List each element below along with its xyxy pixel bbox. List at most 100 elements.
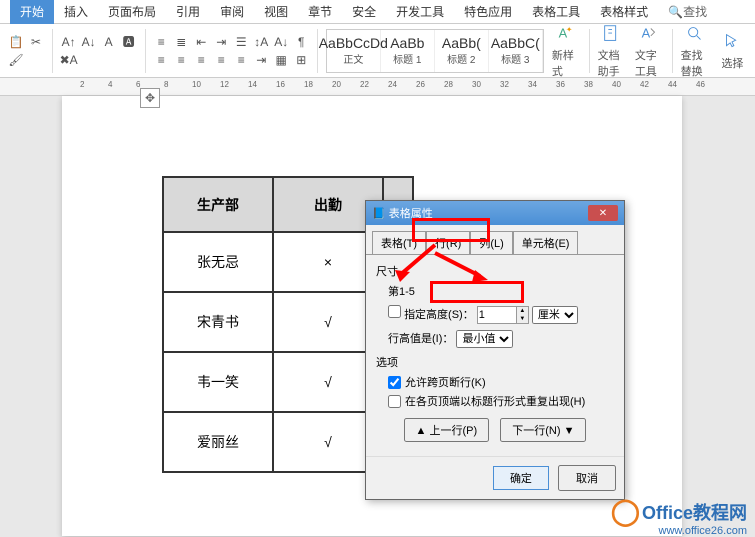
new-style-button[interactable]: A✦新样式	[552, 24, 581, 78]
style-label: 标题 3	[501, 51, 529, 66]
repeat-header-label: 在各页顶端以标题行形式重复出现(H)	[405, 393, 585, 409]
table-cell[interactable]: 张无忌	[163, 232, 273, 292]
btn-label: 文档助手	[598, 47, 627, 79]
btn-label: 文字工具	[635, 47, 664, 79]
indent-icon[interactable]: ⇥	[213, 34, 229, 50]
height-input[interactable]	[478, 307, 516, 323]
style-h2[interactable]: AaBb(标题 2	[435, 30, 489, 72]
bullet-list-icon[interactable]: ≡	[153, 34, 169, 50]
watermark-url: www.office26.com	[659, 525, 747, 537]
clear-format-icon[interactable]: ✖A	[61, 52, 77, 68]
cut-icon[interactable]: ✂	[28, 34, 44, 50]
height-type-row: 行高值是(I)： 最小值	[388, 330, 614, 348]
dialog-body: 尺寸 第1-5 指定高度(S)： ▲▼ 厘米 行高值是(I)： 最小值 选项 允…	[366, 254, 624, 456]
search-label: 查找	[683, 3, 707, 20]
align-center-icon[interactable]: ≡	[173, 52, 189, 68]
chevron-up-icon: ▲	[416, 425, 427, 437]
ribbon-search[interactable]: 🔍 查找	[668, 3, 707, 20]
dialog-tab-column[interactable]: 列(L)	[470, 231, 512, 255]
border-icon[interactable]: ⊞	[293, 52, 309, 68]
table-cell[interactable]: 爱丽丝	[163, 412, 273, 472]
tab-devtools[interactable]: 开发工具	[386, 0, 454, 24]
btn-label: 选择	[721, 55, 743, 71]
next-row-button[interactable]: 下一行(N) ▼	[500, 418, 586, 442]
spin-up-icon[interactable]: ▲	[516, 307, 528, 315]
font-color-icon[interactable]: A	[101, 34, 117, 50]
style-label: 标题 1	[393, 51, 421, 66]
outdent-icon[interactable]: ⇤	[193, 34, 209, 50]
style-preview: AaBb(	[442, 35, 481, 51]
repeat-header-checkbox[interactable]	[388, 395, 401, 408]
spin-down-icon[interactable]: ▼	[516, 315, 528, 323]
align-left-icon[interactable]: ≡	[153, 52, 169, 68]
dialog-tab-table[interactable]: 表格(T)	[372, 231, 426, 255]
tab-insert[interactable]: 插入	[54, 0, 98, 24]
paste-icon[interactable]: 📋	[8, 34, 24, 50]
tab-view[interactable]: 视图	[254, 0, 298, 24]
tab-icon[interactable]: ⇥	[253, 52, 269, 68]
distribute-icon[interactable]: ≡	[233, 52, 249, 68]
dialog-tab-cell[interactable]: 单元格(E)	[513, 231, 579, 255]
text-scale-icon[interactable]: ☰	[233, 34, 249, 50]
style-preview: AaBb	[390, 35, 424, 51]
tab-tablestyles[interactable]: 表格样式	[590, 0, 658, 24]
height-spinner[interactable]: ▲▼	[477, 306, 529, 324]
table-header-cell[interactable]: 生产部	[163, 177, 273, 232]
doc-helper-button[interactable]: 文档助手	[598, 24, 627, 78]
number-list-icon[interactable]: ≣	[173, 34, 189, 50]
logo-icon: ◯	[611, 496, 640, 527]
prev-row-button[interactable]: ▲ 上一行(P)	[404, 418, 490, 442]
ribbon-body: 📋✂ 🖌 A↑ A↓ A 🅰 ✖A ≡ ≣ ⇤ ⇥ ☰ ↕A A↓ ¶ ≡ ≡ …	[0, 24, 755, 78]
close-button[interactable]: ✕	[588, 205, 618, 221]
brush-icon[interactable]: 🖌	[8, 52, 24, 68]
highlight-icon[interactable]: 🅰	[121, 34, 137, 50]
line-spacing-icon[interactable]: ↕A	[253, 34, 269, 50]
style-h1[interactable]: AaBb标题 1	[381, 30, 435, 72]
find-replace-button[interactable]: 查找替换	[681, 24, 710, 78]
ok-button[interactable]: 确定	[493, 466, 549, 490]
row-range-label: 第1-5	[388, 283, 614, 299]
table-cell[interactable]: 韦一笑	[163, 352, 273, 412]
tab-special[interactable]: 特色应用	[454, 0, 522, 24]
table-cell[interactable]: 宋青书	[163, 292, 273, 352]
style-normal[interactable]: AaBbCcDd正文	[327, 30, 381, 72]
dialog-tab-row[interactable]: 行(R)	[426, 231, 470, 255]
align-right-icon[interactable]: ≡	[193, 52, 209, 68]
shading-icon[interactable]: ▦	[273, 52, 289, 68]
dialog-tabs: 表格(T) 行(R) 列(L) 单元格(E)	[366, 225, 624, 255]
font-increase-icon[interactable]: A↑	[61, 34, 77, 50]
font-decrease-icon[interactable]: A↓	[81, 34, 97, 50]
dialog-titlebar[interactable]: 📘 表格属性 ✕	[366, 201, 624, 225]
tab-chapter[interactable]: 章节	[298, 0, 342, 24]
specify-height-checkbox[interactable]	[388, 305, 401, 318]
tab-references[interactable]: 引用	[166, 0, 210, 24]
allow-break-checkbox[interactable]	[388, 376, 401, 389]
select-button[interactable]: 选择	[718, 31, 747, 71]
svg-text:✦: ✦	[566, 25, 572, 34]
tab-layout[interactable]: 页面布局	[98, 0, 166, 24]
tab-start[interactable]: 开始	[10, 0, 54, 24]
tab-review[interactable]: 审阅	[210, 0, 254, 24]
separator	[145, 29, 146, 73]
horizontal-ruler[interactable]: 2468101214161820222426283032343638404244…	[0, 78, 755, 96]
watermark: ◯ Office教程网 www.office26.com	[611, 496, 747, 527]
height-type-select[interactable]: 最小值	[456, 330, 513, 348]
chevron-down-icon: ▼	[564, 425, 575, 437]
cancel-button[interactable]: 取消	[558, 465, 616, 491]
separator	[52, 29, 53, 73]
styles-gallery[interactable]: AaBbCcDd正文 AaBb标题 1 AaBb(标题 2 AaBbC(标题 3	[326, 29, 544, 73]
tab-tabletools[interactable]: 表格工具	[522, 0, 590, 24]
text-tools-button[interactable]: A 文字工具	[635, 24, 664, 78]
dialog-footer: 确定 取消	[366, 456, 624, 499]
tab-security[interactable]: 安全	[342, 0, 386, 24]
show-marks-icon[interactable]: ¶	[293, 34, 309, 50]
height-unit-select[interactable]: 厘米	[532, 306, 578, 324]
table-properties-dialog: 📘 表格属性 ✕ 表格(T) 行(R) 列(L) 单元格(E) 尺寸 第1-5 …	[365, 200, 625, 500]
svg-text:A: A	[642, 25, 651, 40]
style-h3[interactable]: AaBbC(标题 3	[489, 30, 543, 72]
align-justify-icon[interactable]: ≡	[213, 52, 229, 68]
separator	[589, 29, 590, 73]
font-group: A↑ A↓ A 🅰 ✖A	[61, 34, 137, 68]
table-move-handle[interactable]: ✥	[140, 88, 160, 108]
sort-icon[interactable]: A↓	[273, 34, 289, 50]
